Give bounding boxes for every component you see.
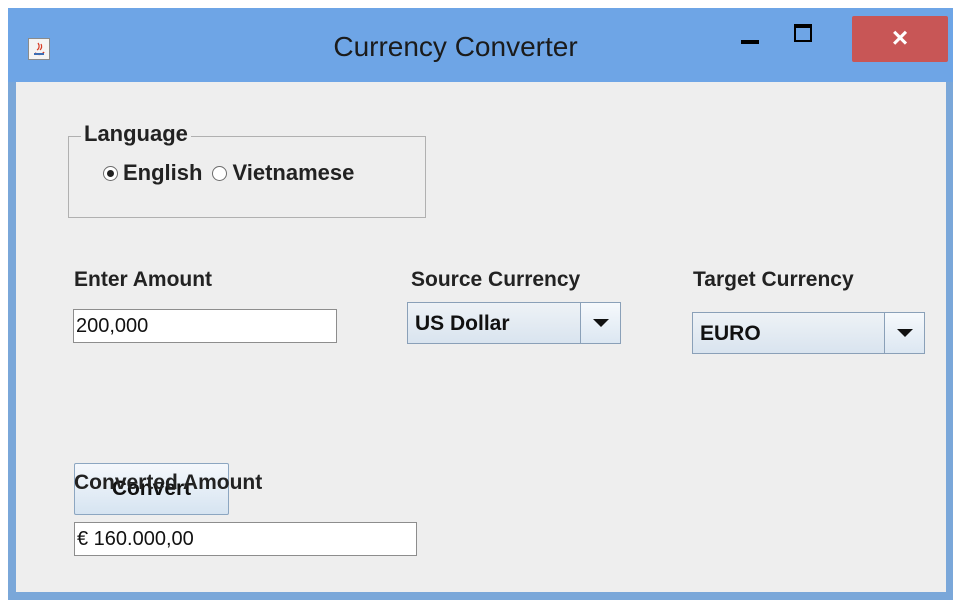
vietnamese-radio-label[interactable]: Vietnamese [232,160,354,186]
converted-amount-field [74,522,417,556]
english-radio-label[interactable]: English [123,160,202,186]
enter-amount-label: Enter Amount [74,268,213,291]
source-currency-select[interactable]: US Dollar [407,302,621,344]
chevron-down-icon[interactable] [580,303,620,343]
english-radio[interactable] [103,165,118,181]
vietnamese-radio[interactable] [212,165,228,181]
amount-input[interactable] [73,309,337,343]
target-currency-label: Target Currency [693,268,854,291]
close-button[interactable]: × [852,16,948,62]
close-icon: × [891,22,909,53]
target-currency-select[interactable]: EURO [692,312,925,354]
source-currency-label: Source Currency [411,268,581,291]
main-panel: Language English Vietnamese Enter Amount… [16,82,946,592]
language-group: Language English Vietnamese [68,121,426,218]
chevron-down-icon[interactable] [884,313,924,353]
minimize-icon[interactable] [728,18,768,58]
maximize-icon[interactable] [784,18,824,58]
title-bar[interactable]: Currency Converter × [8,8,953,82]
language-options: English Vietnamese [103,160,364,186]
language-group-label: Language [81,121,191,147]
converted-amount-label: Converted Amount [74,471,263,494]
source-currency-value: US Dollar [415,312,510,335]
target-currency-value: EURO [700,322,761,345]
currency-converter-window: Currency Converter × Language English Vi… [8,8,953,600]
